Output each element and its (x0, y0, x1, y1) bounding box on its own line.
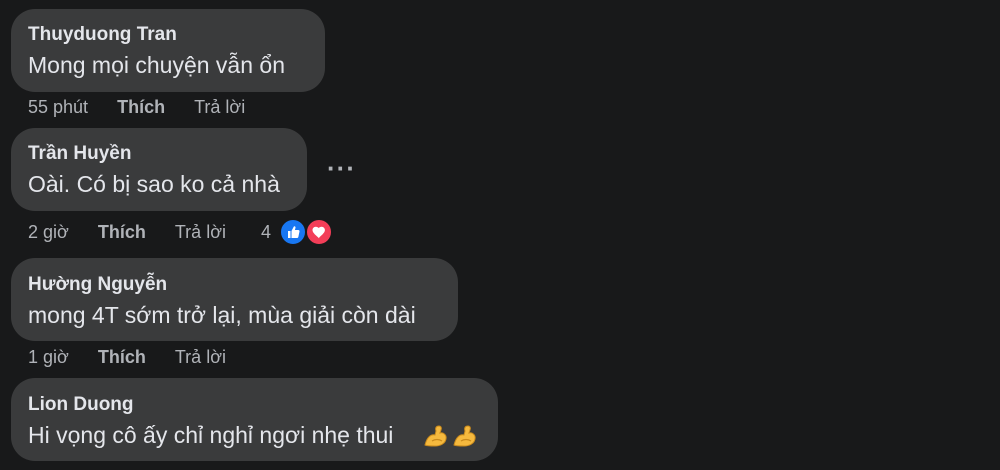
like-button[interactable]: Thích (98, 347, 146, 367)
flexed-biceps-icon (452, 423, 478, 454)
reply-button[interactable]: Trả lời (175, 222, 226, 242)
comment-text: Oài. Có bị sao ko cả nhà (28, 171, 280, 197)
comment-timestamp[interactable]: 2 giờ (28, 222, 69, 242)
comment-text: mong 4T sớm trở lại, mùa giải còn dài (28, 302, 416, 328)
reply-button[interactable]: Trả lời (194, 97, 245, 117)
comment-bubble (11, 128, 307, 211)
reply-button[interactable]: Trả lời (175, 347, 226, 367)
reaction-count[interactable]: 4 (261, 222, 271, 243)
comment-actions: 1 giờ Thích Trả lời (28, 347, 226, 368)
comment-author[interactable]: Hường Nguyễn (28, 274, 167, 296)
like-button[interactable]: Thích (117, 97, 165, 117)
comment-author[interactable]: Thuyduong Tran (28, 24, 177, 46)
comment-timestamp[interactable]: 55 phút (28, 97, 88, 117)
comment-actions: 2 giờ Thích Trả lời (28, 222, 226, 243)
comment-author[interactable]: Lion Duong (28, 394, 134, 416)
comment-text: Hi vọng cô ấy chỉ nghỉ ngơi nhẹ thui (28, 422, 394, 448)
flexed-biceps-icon (423, 423, 449, 454)
love-icon[interactable] (305, 218, 333, 246)
comment-actions: 55 phút Thích Trả lời (28, 97, 245, 118)
comment-author[interactable]: Trần Huyền (28, 143, 131, 165)
more-options-button[interactable]: ··· (327, 155, 356, 181)
like-button[interactable]: Thích (98, 222, 146, 242)
comment-bubble (11, 9, 325, 92)
like-icon[interactable] (279, 218, 307, 246)
comment-text: Mong mọi chuyện vẫn ổn (28, 52, 285, 78)
comment-timestamp[interactable]: 1 giờ (28, 347, 69, 367)
